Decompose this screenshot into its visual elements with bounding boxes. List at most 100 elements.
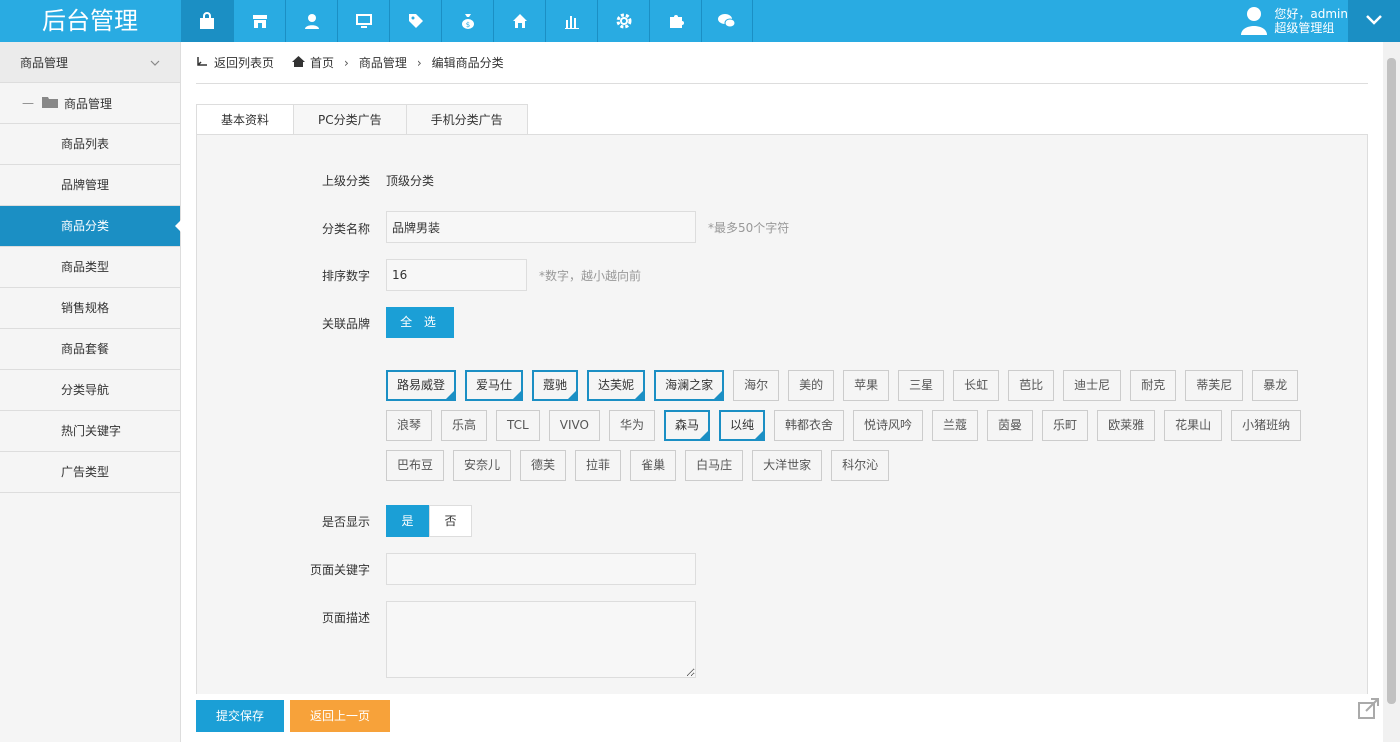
brand-option[interactable]: 巴布豆 xyxy=(386,450,445,481)
page-description-textarea[interactable] xyxy=(386,601,696,678)
brand-option[interactable]: VIVO xyxy=(548,410,600,441)
brand-option[interactable]: 芭比 xyxy=(1008,370,1055,401)
brand-option[interactable]: 花果山 xyxy=(1164,410,1223,441)
brand-option[interactable]: 欧莱雅 xyxy=(1097,410,1156,441)
main-content: 返回列表页 首页 › 商品管理 › 编辑商品分类 基本资料 PC分类广告 手机分… xyxy=(196,42,1368,742)
sidebar-item[interactable]: 商品分类 xyxy=(0,206,181,247)
app-title: 后台管理 xyxy=(42,7,138,35)
brand-option[interactable]: 科尔沁 xyxy=(831,450,890,481)
brand-option[interactable]: 美的 xyxy=(788,370,835,401)
category-name-input[interactable] xyxy=(386,211,696,243)
brand-option[interactable]: 韩都衣舍 xyxy=(773,410,844,441)
brand-option[interactable]: 安奈儿 xyxy=(453,450,512,481)
home-icon[interactable] xyxy=(493,0,545,42)
parent-category-value: 顶级分类 xyxy=(386,174,435,188)
brand-option[interactable]: 苹果 xyxy=(843,370,890,401)
page-scrollbar[interactable] xyxy=(1383,42,1400,742)
brand-option-selected[interactable]: 达芙妮 xyxy=(587,370,646,401)
folder-icon xyxy=(42,96,58,111)
sort-number-input[interactable] xyxy=(386,259,527,291)
sidebar-item[interactable]: 广告类型 xyxy=(0,452,180,493)
wechat-icon[interactable] xyxy=(701,0,753,42)
resize-expand-icon[interactable] xyxy=(1358,697,1380,722)
brand-option[interactable]: 海尔 xyxy=(733,370,780,401)
sidebar: 商品管理 — 商品管理 商品列表 品牌管理 商品分类 商品类型 销售规格 商品套餐 分类导航… xyxy=(0,42,181,742)
breadcrumb-section[interactable]: 商品管理 xyxy=(359,54,407,71)
brand-option[interactable]: 蒂芙尼 xyxy=(1185,370,1244,401)
sidebar-item[interactable]: 销售规格 xyxy=(0,288,180,329)
display-toggle: 是 否 xyxy=(386,505,472,537)
sidebar-item[interactable]: 商品套餐 xyxy=(0,329,180,370)
brand-option[interactable]: 悦诗风吟 xyxy=(853,410,924,441)
form-panel: 上级分类 顶级分类 分类名称 *最多50个字符 排序数字 *数字，越小越向前 关… xyxy=(196,134,1368,694)
sidebar-item[interactable]: 商品列表 xyxy=(0,124,180,165)
bag-icon[interactable] xyxy=(181,0,233,42)
gear-icon[interactable] xyxy=(597,0,649,42)
brand-option-selected[interactable]: 蔻驰 xyxy=(532,370,579,401)
tab-bar: 基本资料 PC分类广告 手机分类广告 xyxy=(196,104,528,135)
brand-option[interactable]: 乐高 xyxy=(441,410,488,441)
sidebar-item[interactable]: 热门关键字 xyxy=(0,411,180,452)
top-bar: 后台管理 $ 您好，admin 超级管理组 xyxy=(0,0,1400,42)
user-menu-toggle[interactable] xyxy=(1348,0,1400,42)
brand-option-selected[interactable]: 海澜之家 xyxy=(654,370,725,401)
sidebar-item[interactable]: 分类导航 xyxy=(0,370,180,411)
back-to-list-link[interactable]: 返回列表页 xyxy=(196,54,274,71)
page-keywords-input[interactable] xyxy=(386,553,696,585)
tab-mobile-ads[interactable]: 手机分类广告 xyxy=(405,104,528,135)
brand-option-selected[interactable]: 爱马仕 xyxy=(465,370,524,401)
category-name-label: 分类名称 xyxy=(321,222,370,236)
brand-option[interactable]: 拉菲 xyxy=(575,450,622,481)
bar-chart-icon[interactable] xyxy=(545,0,597,42)
sort-number-label: 排序数字 xyxy=(321,269,370,283)
breadcrumb-home[interactable]: 首页 xyxy=(310,54,334,71)
tag-icon[interactable] xyxy=(389,0,441,42)
brand-option[interactable]: 三星 xyxy=(898,370,945,401)
brand-option[interactable]: 暴龙 xyxy=(1252,370,1299,401)
brand-option[interactable]: 迪士尼 xyxy=(1063,370,1122,401)
display-no-option[interactable]: 否 xyxy=(429,505,472,537)
return-icon xyxy=(196,56,208,70)
breadcrumb-separator: › xyxy=(344,55,349,70)
brand-option[interactable]: 大洋世家 xyxy=(752,450,823,481)
breadcrumb: 返回列表页 首页 › 商品管理 › 编辑商品分类 xyxy=(196,42,1368,84)
brand-option[interactable]: 浪琴 xyxy=(386,410,433,441)
brand-option[interactable]: TCL xyxy=(496,410,540,441)
brand-option[interactable]: 雀巢 xyxy=(630,450,677,481)
submit-save-button[interactable]: 提交保存 xyxy=(196,700,284,732)
brand-option[interactable]: 乐町 xyxy=(1042,410,1089,441)
display-yes-option[interactable]: 是 xyxy=(386,505,429,537)
brand-option[interactable]: 长虹 xyxy=(953,370,1000,401)
chevron-down-icon xyxy=(150,55,160,69)
shop-icon[interactable] xyxy=(233,0,285,42)
brand-option[interactable]: 兰蔻 xyxy=(932,410,979,441)
sidebar-header-label: 商品管理 xyxy=(20,55,69,70)
brand-option-selected[interactable]: 路易威登 xyxy=(386,370,457,401)
money-bag-icon[interactable]: $ xyxy=(441,0,493,42)
brand-option[interactable]: 耐克 xyxy=(1130,370,1177,401)
sidebar-item[interactable]: 品牌管理 xyxy=(0,165,180,206)
brand-option[interactable]: 德芙 xyxy=(520,450,567,481)
user-icon[interactable] xyxy=(285,0,337,42)
sidebar-folder[interactable]: — 商品管理 xyxy=(0,83,180,124)
sidebar-item[interactable]: 商品类型 xyxy=(0,247,180,288)
breadcrumb-separator: › xyxy=(416,55,422,70)
tab-basic-info[interactable]: 基本资料 xyxy=(196,104,295,135)
brand-option[interactable]: 小猪班纳 xyxy=(1231,410,1302,441)
user-info[interactable]: 您好，admin 超级管理组 xyxy=(1240,0,1348,42)
select-all-button[interactable]: 全 选 xyxy=(386,307,454,338)
brand-option-selected[interactable]: 森马 xyxy=(663,410,710,441)
sidebar-header[interactable]: 商品管理 xyxy=(0,42,180,83)
brand-row: 巴布豆 安奈儿 德芙 拉菲 雀巢 白马庄 大洋世家 科尔沁 xyxy=(386,450,1326,481)
brand-option-selected[interactable]: 以纯 xyxy=(718,410,765,441)
brand-option[interactable]: 华为 xyxy=(608,410,655,441)
puzzle-icon[interactable] xyxy=(649,0,701,42)
scrollbar-thumb[interactable] xyxy=(1387,58,1396,704)
go-back-button[interactable]: 返回上一页 xyxy=(290,700,390,732)
tab-pc-ads[interactable]: PC分类广告 xyxy=(293,104,407,135)
brand-row: 浪琴 乐高 TCL VIVO 华为 森马 以纯 韩都衣舍 悦诗风吟 兰蔻 茵曼 乐町 欧莱雅 花果山 小猪班… xyxy=(386,410,1326,441)
brand-option[interactable]: 茵曼 xyxy=(987,410,1034,441)
monitor-icon[interactable] xyxy=(337,0,389,42)
brand-option[interactable]: 白马庄 xyxy=(685,450,744,481)
brand-list: 路易威登 爱马仕 蔻驰 达芙妮 海澜之家 海尔 美的 苹果 三星 长虹 芭比 迪士尼 耐克 蒂芙尼 暴龙浪琴… xyxy=(386,370,1326,490)
